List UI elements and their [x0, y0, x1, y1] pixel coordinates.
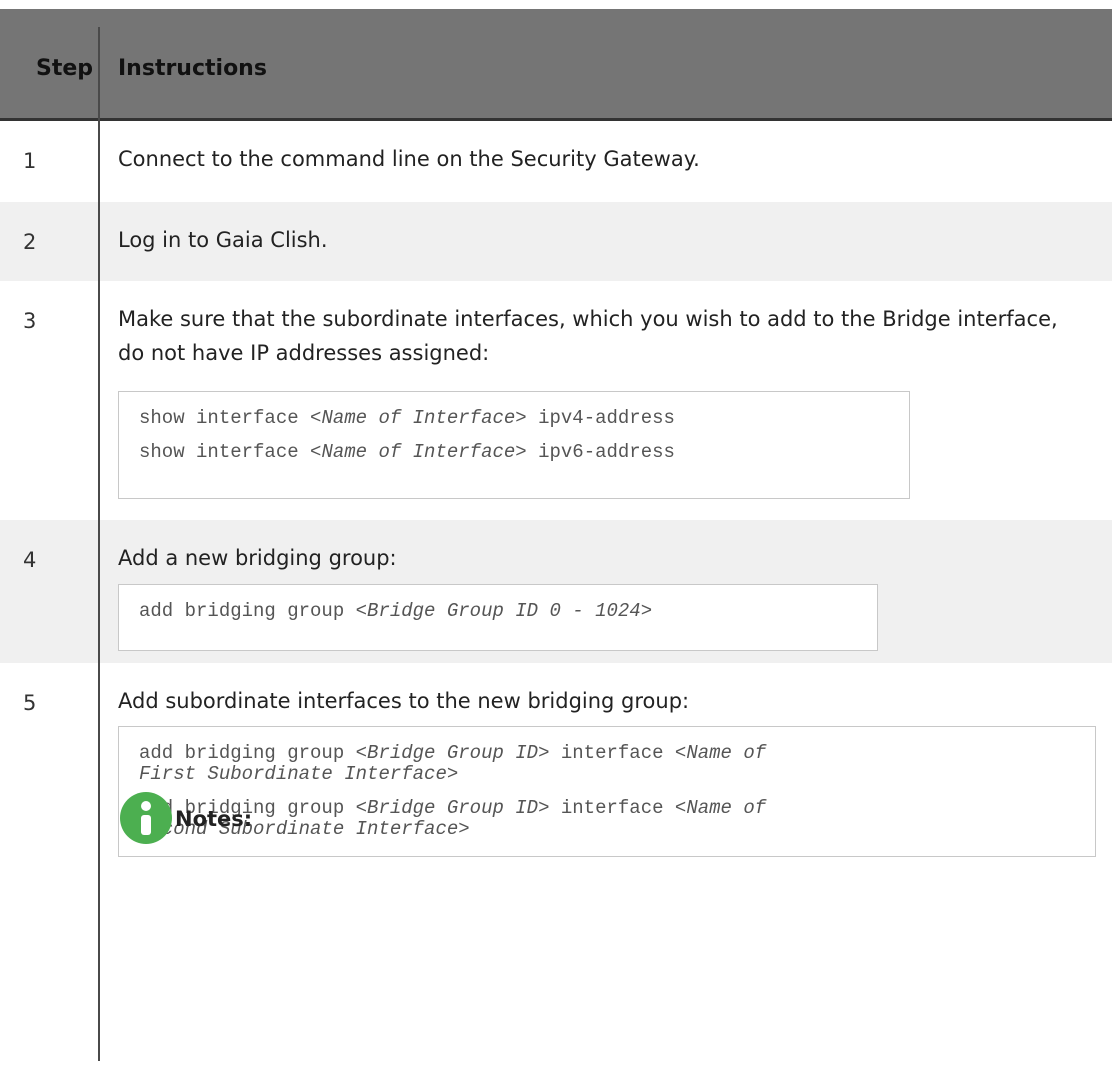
table-row: 3 Make sure that the subordinate interfa…: [0, 281, 1112, 520]
table-row: 1 Connect to the command line on the Sec…: [0, 121, 1112, 202]
step-text: Add subordinate interfaces to the new br…: [118, 689, 690, 713]
step-number: 3: [23, 309, 37, 333]
table-header: Step Instructions: [0, 9, 1112, 121]
step-text: Make sure that the subordinate interface…: [118, 307, 1058, 365]
table-row: 5 Add subordinate interfaces to the new …: [0, 663, 1112, 1070]
code-line: add bridging group <Bridge Group ID 0 - …: [139, 600, 653, 622]
step-number: 2: [23, 230, 37, 254]
step-text: Add a new bridging group:: [118, 546, 397, 570]
header-instructions: Instructions: [118, 56, 267, 81]
step-text: Connect to the command line on the Secur…: [118, 147, 700, 171]
table-row: 2 Log in to Gaia Clish.: [0, 202, 1112, 281]
header-step: Step: [36, 56, 94, 81]
step-number: 1: [23, 149, 37, 173]
notes-title: Notes:: [175, 807, 253, 831]
step-text: Log in to Gaia Clish.: [118, 228, 328, 252]
code-line: Second Subordinate Interface>: [139, 818, 470, 840]
info-icon: [120, 792, 172, 844]
code-block: add bridging group <Bridge Group ID 0 - …: [118, 584, 878, 651]
table-row: 4 Add a new bridging group: add bridging…: [0, 520, 1112, 663]
code-line: show interface <Name of Interface> ipv4-…: [139, 407, 675, 429]
code-block: add bridging group <Bridge Group ID> int…: [118, 726, 1096, 857]
step-number: 4: [23, 548, 37, 572]
code-line: First Subordinate Interface>: [139, 763, 459, 785]
code-block: show interface <Name of Interface> ipv4-…: [118, 391, 910, 499]
code-line: add bridging group <Bridge Group ID> int…: [139, 797, 767, 819]
column-divider: [98, 27, 100, 1061]
step-number: 5: [23, 691, 37, 715]
code-line: add bridging group <Bridge Group ID> int…: [139, 742, 767, 764]
code-line: show interface <Name of Interface> ipv6-…: [139, 441, 675, 463]
